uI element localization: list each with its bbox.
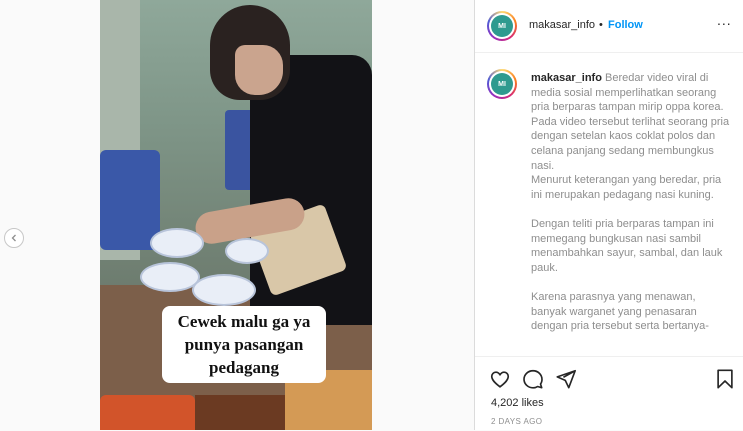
post-side-panel: MI makasar_info • Follow ... MI makasar_… [474, 0, 743, 430]
heart-icon[interactable] [489, 368, 511, 390]
caption-paragraph: Menurut keterangan yang beredar, pria in… [531, 174, 722, 201]
username-link[interactable]: makasar_info [529, 19, 595, 31]
avatar-logo: MI [491, 73, 513, 95]
post-video[interactable]: Cewek malu ga ya punya pasangan pedagang [100, 0, 372, 430]
comment-username[interactable]: makasar_info [531, 72, 602, 84]
caption-paragraph: Pada video tersebut terlihat seorang pri… [531, 115, 730, 172]
chevron-left-icon [11, 234, 16, 242]
comment-icon[interactable] [522, 368, 544, 390]
avatar-logo: MI [491, 15, 513, 37]
post-actions: 4,202 likes 2 DAYS AGO [475, 356, 743, 431]
video-caption: Cewek malu ga ya punya pasangan pedagang [162, 306, 326, 383]
share-icon[interactable] [555, 368, 577, 390]
media-area: Cewek malu ga ya punya pasangan pedagang [0, 0, 474, 430]
follow-button[interactable]: Follow [608, 19, 643, 31]
likes-count[interactable]: 4,202 likes [491, 397, 544, 409]
post-date[interactable]: 2 DAYS AGO [491, 417, 542, 426]
comment-avatar[interactable]: MI [487, 69, 517, 99]
caption-text: makasar_info Beredar video viral di medi… [531, 71, 731, 334]
post-header: MI makasar_info • Follow ... [475, 0, 743, 53]
more-options-icon[interactable]: ... [717, 12, 732, 28]
video-caption-line: pedagang [209, 358, 279, 377]
caption-paragraph: Karena parasnya yang menawan, banyak war… [531, 290, 709, 333]
bookmark-icon[interactable] [714, 368, 736, 390]
caption-paragraph: Dengan teliti pria berparas tampan ini m… [531, 217, 723, 274]
avatar[interactable]: MI [487, 11, 517, 41]
video-caption-line: punya pasangan [184, 335, 304, 354]
separator-dot: • [599, 19, 603, 31]
video-caption-line: Cewek malu ga ya [177, 312, 311, 331]
caption-comment: MI makasar_info Beredar video viral di m… [475, 53, 743, 355]
previous-post-button[interactable] [4, 228, 24, 248]
